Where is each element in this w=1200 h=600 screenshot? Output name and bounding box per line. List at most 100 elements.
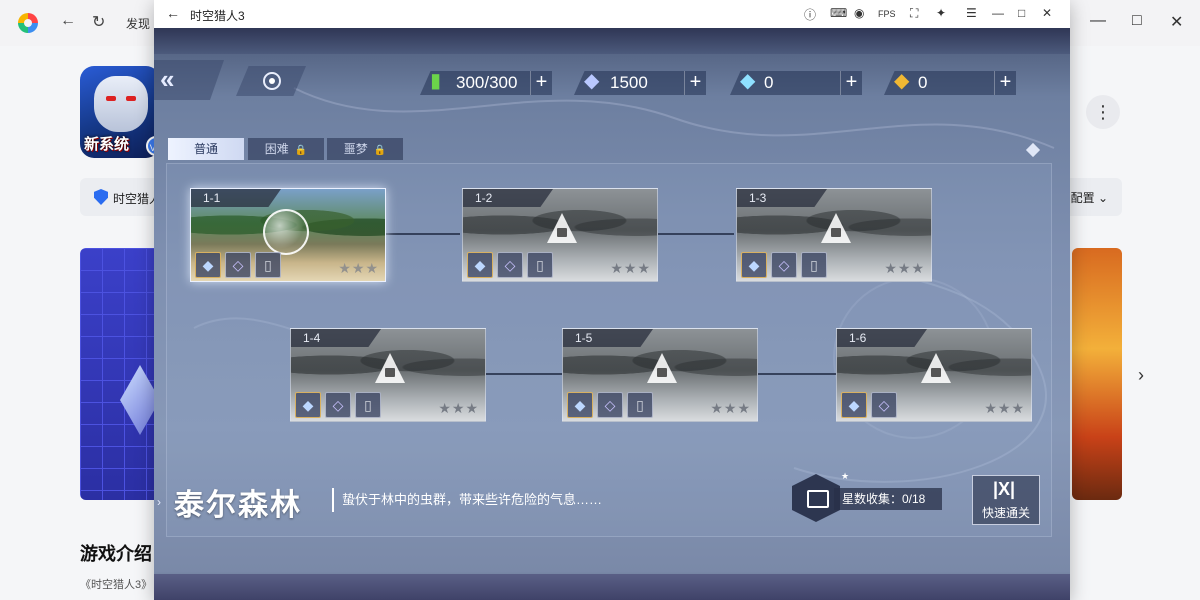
window-title-bar: ← 时空猎人3 ⓘ ⌨ ◉ FPS ⛶ ✦ ☰ — □ ✕ (154, 0, 1070, 28)
stage-stars: ★★★ (884, 260, 925, 276)
stage-connector (486, 373, 562, 375)
add-gold-button[interactable]: + (994, 71, 1016, 95)
nav-tab-discover[interactable]: 发现 (126, 15, 150, 32)
area-description: 蛰伏于林中的虫群，带来些许危险的气息…… (332, 488, 602, 512)
add-stamina-button[interactable]: + (530, 71, 552, 95)
refresh-icon[interactable]: ↻ (92, 12, 105, 32)
close-icon[interactable]: ✕ (1170, 12, 1183, 32)
add-diamond-button[interactable]: + (684, 71, 706, 95)
chevron-right-icon[interactable]: › (1138, 365, 1144, 386)
crystal-reward-icon: ◇ (325, 392, 351, 418)
crystal-reward-icon: ◇ (597, 392, 623, 418)
fps-toggle[interactable]: FPS (878, 9, 896, 19)
diamond-reward-icon: ◆ (841, 392, 867, 418)
help-icon[interactable]: ⓘ (804, 6, 816, 23)
game-viewport[interactable]: « ▮ 300/300 + ◆ 1500 + ◆ 0 + ◆ 0 + 普通 困难… (154, 28, 1070, 600)
stage-stars: ★★★ (338, 260, 379, 276)
stage-label: 1-4 (291, 329, 381, 347)
stage-stars: ★★★ (610, 260, 651, 276)
current-stage-bubble (263, 209, 309, 255)
stamina-value: 300/300 (456, 73, 518, 92)
stage-label: 1-2 (463, 189, 553, 207)
stamina-vial-icon: ▮ (430, 70, 442, 92)
stage-connector (758, 373, 836, 375)
maximize-icon[interactable]: □ (1018, 6, 1025, 20)
crystal-reward-icon: ◇ (497, 252, 523, 278)
stage-label: 1-6 (837, 329, 927, 347)
resource-gold: ◆ 0 + (884, 71, 1016, 95)
screenshot-thumbnail-left[interactable] (80, 248, 160, 500)
stage-label: 1-3 (737, 189, 827, 207)
add-crystal-button[interactable]: + (840, 71, 862, 95)
crystal-reward-icon: ◇ (771, 252, 797, 278)
quick-clear-button[interactable]: |X| 快速通关 (972, 475, 1040, 525)
maximize-icon[interactable]: □ (1132, 12, 1142, 30)
config-dropdown[interactable]: 配置 ⌄ (1071, 189, 1108, 206)
stage-stars: ★★★ (438, 400, 479, 416)
chevron-right-icon: › (157, 495, 161, 509)
card-reward-icon: ▯ (255, 252, 281, 278)
quick-clear-label: 快速通关 (981, 506, 1030, 520)
gold-gem-icon: ◆ (894, 70, 910, 92)
gold-value: 0 (918, 73, 928, 92)
stage-card-1-2[interactable]: 1-2 ◆ ◇ ▯ ★★★ (462, 188, 658, 282)
star-icon: ★ (841, 471, 850, 481)
resource-stamina: ▮ 300/300 + (420, 71, 552, 95)
app-icon-badge-text: 新系统 (84, 136, 130, 153)
card-reward-icon: ▯ (801, 252, 827, 278)
stage-card-1-5[interactable]: 1-5 ◆ ◇ ▯ ★★★ (562, 328, 758, 422)
card-reward-icon: ▯ (627, 392, 653, 418)
diamond-reward-icon: ◆ (741, 252, 767, 278)
crystal-reward-icon: ◇ (225, 252, 251, 278)
tab-label: 噩梦 (343, 142, 368, 156)
target-icon (263, 72, 281, 90)
stage-card-1-4[interactable]: 1-4 ◆ ◇ ▯ ★★★ (290, 328, 486, 422)
resource-crystal: ◆ 0 + (730, 71, 862, 95)
diamond-reward-icon: ◆ (567, 392, 593, 418)
pin-icon[interactable]: ✦ (936, 6, 946, 20)
tab-label: 普通 (193, 142, 218, 156)
diamond-value: 1500 (610, 73, 648, 92)
tab-label: 困难 (264, 142, 289, 156)
tab-normal[interactable]: 普通 (168, 138, 244, 160)
section-title: 游戏介绍 (80, 544, 152, 564)
stage-card-1-3[interactable]: 1-3 ◆ ◇ ▯ ★★★ (736, 188, 932, 282)
back-arrow-icon[interactable]: ← (60, 12, 76, 30)
menu-icon[interactable]: ☰ (966, 6, 977, 20)
lock-icon: 🔒 (294, 145, 308, 156)
tab-hard[interactable]: 困难 🔒 (248, 138, 324, 160)
keyboard-icon[interactable]: ⌨ (830, 6, 847, 20)
stage-stars: ★★★ (710, 400, 751, 416)
diamond-reward-icon: ◆ (295, 392, 321, 418)
screenshot-thumbnail-right[interactable] (1072, 248, 1122, 500)
minimize-icon[interactable]: — (992, 6, 1004, 20)
wolf-eye (126, 96, 136, 101)
store-logo (18, 13, 38, 33)
stage-connector (658, 233, 734, 235)
fullscreen-icon[interactable]: ⛶ (910, 6, 918, 21)
close-icon[interactable]: ✕ (1042, 6, 1052, 20)
more-options-button[interactable]: ⋮ (1086, 95, 1120, 129)
lock-icon: 🔒 (373, 145, 387, 156)
stage-stars: ★★★ (984, 400, 1025, 416)
diamond-reward-icon: ◆ (195, 252, 221, 278)
wolf-eye (106, 96, 116, 101)
config-label: 配置 (1070, 191, 1095, 205)
card-reward-icon: ▯ (527, 252, 553, 278)
gamepad-icon[interactable]: ◉ (854, 6, 864, 20)
stage-connector (386, 233, 460, 235)
crystal-reward-icon: ◇ (871, 392, 897, 418)
wolf-character-art (94, 76, 148, 132)
back-arrow-icon[interactable]: ← (166, 5, 180, 21)
stage-card-1-6[interactable]: 1-6 ◆ ◇ ★★★ (836, 328, 1032, 422)
star-collection-counter: 星数收集：0/18 (834, 488, 942, 510)
crystal-value: 0 (764, 73, 774, 92)
tab-nightmare[interactable]: 噩梦 🔒 (327, 138, 403, 160)
crystal-icon: ◆ (740, 70, 756, 92)
stage-label: 1-5 (563, 329, 653, 347)
window-title: 时空猎人3 (190, 9, 245, 23)
diamond-icon: ◆ (584, 70, 600, 92)
minimize-icon[interactable]: — (1090, 12, 1106, 30)
stage-card-1-1[interactable]: 1-1 ◆ ◇ ▯ ★★★ (190, 188, 386, 282)
stage-label: 1-1 (191, 189, 281, 207)
